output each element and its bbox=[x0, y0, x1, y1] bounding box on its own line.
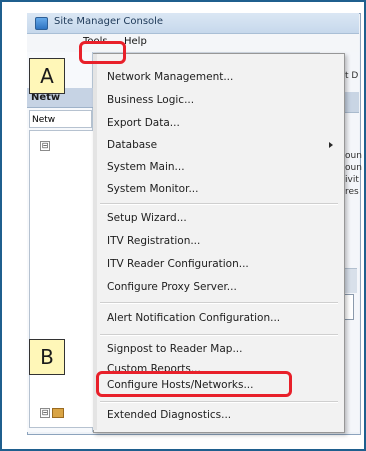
submenu-arrow-icon bbox=[329, 142, 333, 148]
menu-item-configure-proxy-server[interactable]: Configure Proxy Server... bbox=[107, 281, 237, 293]
menu-item-itv-reader-configuration[interactable]: ITV Reader Configuration... bbox=[107, 258, 249, 270]
menu-item-alert-notification-configuration[interactable]: Alert Notification Configuration... bbox=[107, 312, 280, 324]
configure-hosts-highlight bbox=[96, 371, 292, 397]
menu-help[interactable]: Help bbox=[124, 36, 147, 47]
callout-b: B bbox=[29, 339, 65, 375]
app-icon bbox=[35, 17, 48, 30]
tree-collapse-icon[interactable]: ⊟ bbox=[40, 141, 50, 151]
menu-separator bbox=[100, 302, 338, 304]
window-title: Site Manager Console bbox=[54, 16, 164, 27]
folder-icon bbox=[52, 408, 64, 418]
tree-collapse-icon[interactable]: ⊟ bbox=[40, 408, 50, 418]
tools-menu-highlight bbox=[79, 41, 126, 64]
menu-item-system-monitor[interactable]: System Monitor... bbox=[107, 183, 198, 195]
menu-item-business-logic[interactable]: Business Logic... bbox=[107, 94, 194, 106]
title-bar: Site Manager Console bbox=[27, 13, 359, 34]
menu-item-system-main[interactable]: System Main... bbox=[107, 161, 185, 173]
menu-item-database[interactable]: Database bbox=[107, 139, 157, 151]
menu-item-setup-wizard[interactable]: Setup Wizard... bbox=[107, 212, 187, 224]
menu-item-signpost-to-reader-map[interactable]: Signpost to Reader Map... bbox=[107, 343, 242, 355]
menu-separator bbox=[100, 203, 338, 205]
menu-item-extended-diagnostics[interactable]: Extended Diagnostics... bbox=[107, 409, 231, 421]
right-panel-text: t D bbox=[345, 71, 359, 81]
menu-item-itv-registration[interactable]: ITV Registration... bbox=[107, 235, 200, 247]
menu-item-network-management[interactable]: Network Management... bbox=[107, 71, 233, 83]
menu-separator bbox=[100, 401, 338, 403]
right-panel-text: oun bbox=[345, 151, 362, 161]
right-panel-text: res bbox=[345, 187, 359, 197]
menu-separator bbox=[100, 334, 338, 336]
right-panel-text: ivit bbox=[345, 175, 359, 185]
callout-a: A bbox=[29, 58, 65, 94]
menu-bar: Tools Help bbox=[27, 34, 359, 53]
right-panel-text: oun bbox=[345, 163, 362, 173]
network-tree[interactable] bbox=[29, 130, 94, 428]
left-panel-tab[interactable]: Netw bbox=[29, 110, 92, 128]
menu-item-export-data[interactable]: Export Data... bbox=[107, 117, 180, 129]
